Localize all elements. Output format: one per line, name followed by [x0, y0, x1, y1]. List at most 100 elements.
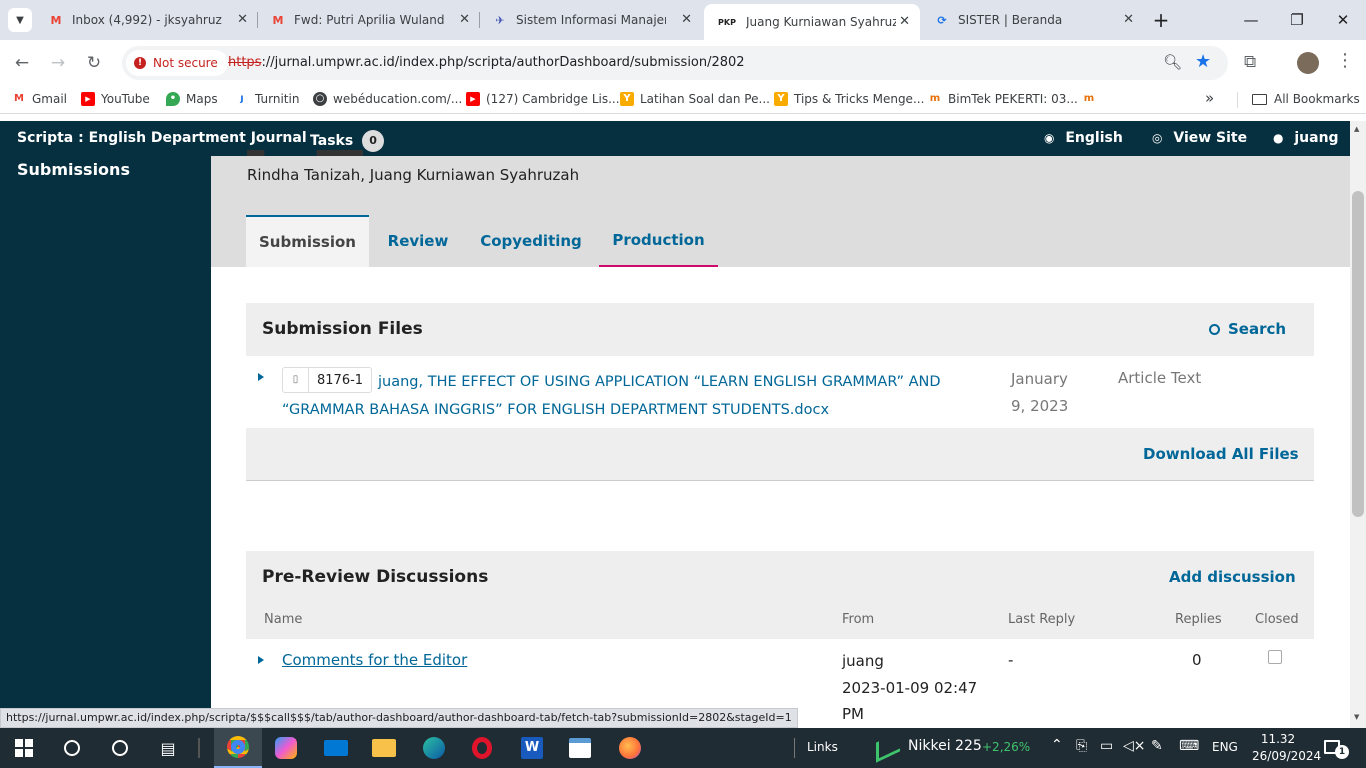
forward-button[interactable]: → [46, 51, 70, 75]
browser-tab-sim[interactable]: ✈ Sistem Informasi Manajemen ✕ [480, 0, 702, 40]
task-view-button[interactable]: ▤ [144, 728, 192, 768]
taskbar-app-opera[interactable] [458, 728, 506, 768]
bookmark-gmail[interactable]: M Gmail [12, 92, 67, 106]
not-secure-chip[interactable]: ! Not secure [126, 50, 228, 76]
taskbar-app-explorer[interactable] [360, 728, 408, 768]
new-tab-button[interactable]: + [1148, 6, 1174, 34]
expand-caret-icon[interactable] [258, 656, 264, 664]
bookmark-maps[interactable]: • Maps [166, 92, 218, 106]
close-window-button[interactable]: ✕ [1320, 0, 1366, 40]
file-date: January 9, 2023 [1011, 366, 1068, 420]
restore-icon: ❐ [1290, 11, 1304, 29]
bookmark-youtube[interactable]: ▶ YouTube [81, 92, 150, 106]
download-all-files-button[interactable]: Download All Files [1143, 445, 1299, 463]
input-language[interactable]: ENG [1212, 740, 1238, 754]
tasks-label: Tasks [310, 133, 354, 149]
start-button[interactable] [0, 728, 48, 768]
stock-name[interactable]: Nikkei 225 [908, 738, 982, 754]
url-text[interactable]: https://jurnal.umpwr.ac.id/index.php/scr… [228, 55, 745, 70]
bookmark-tips-tricks[interactable]: Y Tips & Tricks Menge... [774, 92, 924, 106]
bookmark-webeducation[interactable]: ○ webéducation.com/... [313, 92, 462, 106]
bookmark-moodle-extra[interactable]: m [1082, 92, 1102, 106]
sidebar-item-submissions[interactable]: Submissions [17, 160, 130, 179]
tasks-link[interactable]: Tasks 0 [310, 130, 385, 152]
user-menu[interactable]: ● juang [1273, 130, 1339, 146]
zoom-icon[interactable]: 🔍︎ [1163, 53, 1182, 71]
tab-search-button[interactable]: ▼ [8, 8, 32, 32]
all-bookmarks-button[interactable]: All Bookmarks [1252, 92, 1360, 106]
maps-pin-icon: • [166, 92, 180, 106]
taskbar-app-store[interactable] [556, 728, 604, 768]
mail-icon [324, 740, 348, 756]
menu-kebab-icon[interactable]: ⋮ [1336, 50, 1354, 71]
browser-tab-active-ojs[interactable]: PKP Juang Kurniawan Syahruzah ✕ [704, 4, 920, 40]
taskbar-app-word[interactable]: W [508, 728, 556, 768]
language-menu[interactable]: ◉ English [1044, 130, 1123, 146]
view-site-link[interactable]: ◎ View Site [1152, 130, 1247, 146]
volume-muted-icon[interactable]: ◁× [1123, 738, 1146, 754]
tab-submission[interactable]: Submission [246, 215, 369, 267]
close-icon[interactable]: ✕ [899, 14, 910, 29]
meet-now-icon[interactable]: ⎘ [1076, 738, 1087, 754]
browser-tab-sister[interactable]: ⟳ SISTER | Beranda ✕ [922, 0, 1144, 40]
closed-checkbox[interactable] [1268, 650, 1282, 664]
bookmark-bimtek[interactable]: m BimTek PEKERTI: 03... [928, 92, 1078, 106]
bookmark-turnitin[interactable]: ȷ Turnitin [235, 92, 299, 106]
file-date-line2: 9, 2023 [1011, 397, 1069, 415]
gmail-icon: M [272, 13, 284, 27]
tab-review[interactable]: Review [373, 215, 463, 267]
taskbar-app-edge[interactable] [410, 728, 458, 768]
links-toolbar[interactable]: Links [807, 740, 838, 754]
pen-icon[interactable]: ✎ [1151, 738, 1163, 754]
more-bookmarks-button[interactable]: » [1205, 89, 1214, 107]
scroll-down-icon[interactable]: ▼ [1354, 713, 1359, 721]
taskbar-app-firefox[interactable] [606, 728, 654, 768]
page-scrollbar[interactable]: ▲ ▼ [1350, 121, 1366, 728]
close-icon[interactable]: ✕ [1123, 12, 1134, 27]
back-button[interactable]: ← [10, 51, 34, 75]
battery-icon[interactable]: ▭ [1100, 738, 1113, 754]
close-icon[interactable]: ✕ [459, 12, 470, 27]
show-hidden-icons[interactable]: ⌃ [1051, 737, 1063, 753]
eye-icon: ◎ [1152, 131, 1163, 145]
bookmark-cambridge[interactable]: ▶ (127) Cambridge Lis... [466, 92, 620, 106]
extensions-icon[interactable]: ⧉ [1244, 52, 1256, 72]
close-icon[interactable]: ✕ [681, 12, 692, 27]
taskbar-app-chrome[interactable] [214, 728, 262, 768]
scrollbar-thumb[interactable] [1352, 191, 1364, 517]
bookmark-star-icon[interactable]: ★ [1195, 51, 1211, 72]
tab-title: Juang Kurniawan Syahruzah [746, 15, 896, 29]
keyboard-icon[interactable]: ⌨ [1179, 738, 1199, 754]
taskbar-app-copilot[interactable] [262, 728, 310, 768]
journal-title[interactable]: Scripta : English Department Journal [17, 130, 307, 146]
bookmark-latihan-soal[interactable]: Y Latihan Soal dan Pe... [620, 92, 770, 106]
restore-button[interactable]: ❐ [1274, 0, 1320, 40]
windows-taskbar: ▤ W Links Nikkei 225 +2,26% ⌃ ⎘ ▭ ◁× ✎ ⌨… [0, 728, 1366, 768]
tab-content: Submission Files Search ▯ 8176-1 juang, … [211, 267, 1350, 728]
browser-tab-gmail-inbox[interactable]: M Inbox (4,992) - jksyahruzah@ ✕ [36, 0, 258, 40]
browser-tab-gmail-fwd[interactable]: M Fwd: Putri Aprilia Wulandari ✕ [258, 0, 480, 40]
discussion-title-link[interactable]: Comments for the Editor [282, 651, 467, 669]
tab-production[interactable]: Production [599, 215, 718, 267]
clock[interactable]: 11.32 26/09/2024 [1252, 731, 1321, 765]
user-icon: ● [1273, 131, 1284, 145]
scroll-up-icon[interactable]: ▲ [1354, 125, 1359, 133]
minimize-button[interactable]: — [1228, 0, 1274, 40]
search-button[interactable] [48, 728, 96, 768]
tab-title: SISTER | Beranda [958, 13, 1063, 27]
tab-copyediting[interactable]: Copyediting [467, 215, 595, 267]
moodle-icon: m [928, 92, 942, 106]
file-name-link[interactable]: juang, THE EFFECT OF USING APPLICATION “… [282, 368, 972, 424]
taskbar-app-mail[interactable] [312, 728, 360, 768]
reload-button[interactable]: ↻ [82, 51, 106, 75]
expand-caret-icon[interactable] [258, 373, 264, 381]
close-icon[interactable]: ✕ [237, 12, 248, 27]
column-header-replies: Replies [1175, 612, 1222, 627]
add-discussion-button[interactable]: Add discussion [1169, 568, 1296, 586]
profile-avatar[interactable] [1297, 52, 1319, 74]
cortana-button[interactable] [96, 728, 144, 768]
notification-center[interactable]: 1 [1322, 738, 1349, 759]
file-date-line1: January [1011, 370, 1068, 388]
search-files-button[interactable]: Search [1209, 320, 1286, 338]
address-bar[interactable]: ! Not secure https://jurnal.umpwr.ac.id/… [122, 46, 1228, 80]
